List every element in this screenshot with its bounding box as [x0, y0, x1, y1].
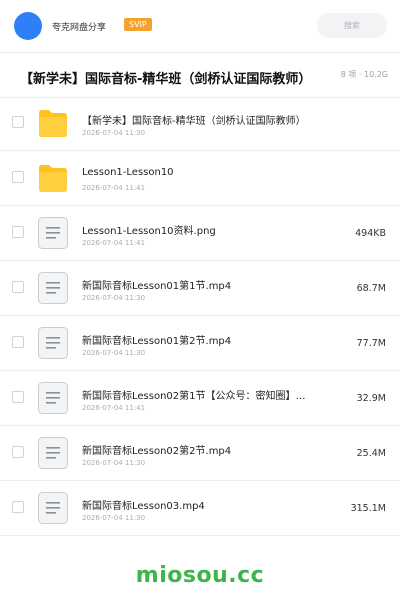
file-row[interactable]: 新国际音标Lesson01第2节.mp4 2026-07-04 11:30 77…	[0, 316, 400, 371]
file-row[interactable]: Lesson1-Lesson10 2026-07-04 11:41	[0, 151, 400, 206]
file-name: 【新学未】国际音标-精华班（剑桥认证国际教师）	[82, 116, 306, 127]
document-icon	[38, 492, 68, 524]
checkbox[interactable]	[12, 391, 24, 403]
page-title: 【新学未】国际音标-精华班（剑桥认证国际教师）	[20, 72, 312, 87]
file-date: 2026-07-04 11:41	[82, 404, 146, 412]
file-date: 2026-07-04 11:41	[82, 239, 146, 247]
folder-icon	[38, 162, 68, 194]
folder-icon	[38, 107, 68, 139]
file-row[interactable]: 新国际音标Lesson02第2节.mp4 2026-07-04 11:30 25…	[0, 426, 400, 481]
folder-title-bar: 【新学未】国际音标-精华班（剑桥认证国际教师） 8 项 · 10.2G	[0, 52, 400, 98]
file-name: 新国际音标Lesson01第1节.mp4	[82, 281, 232, 292]
svip-badge: SVIP	[124, 18, 152, 31]
file-list: 【新学未】国际音标-精华班（剑桥认证国际教师） 2026-07-04 11:30…	[0, 96, 400, 536]
file-size: 68.7M	[356, 283, 386, 294]
username: 夸克网盘分享	[52, 23, 107, 33]
file-row[interactable]: Lesson1-Lesson10资料.png 2026-07-04 11:41 …	[0, 206, 400, 261]
document-icon	[38, 382, 68, 414]
watermark: miosou.cc	[135, 563, 265, 588]
top-bar: 夸克网盘分享 SVIP 搜索	[0, 0, 400, 52]
folder-meta: 8 项 · 10.2G	[340, 70, 388, 79]
file-row[interactable]: 【新学未】国际音标-精华班（剑桥认证国际教师） 2026-07-04 11:30	[0, 96, 400, 151]
file-date: 2026-07-04 11:30	[82, 459, 146, 467]
checkbox[interactable]	[12, 171, 24, 183]
document-icon	[38, 437, 68, 469]
file-size: 25.4M	[356, 448, 386, 459]
file-date: 2026-07-04 11:30	[82, 514, 146, 522]
search-input[interactable]: 搜索	[317, 13, 387, 38]
file-row[interactable]: 新国际音标Lesson03.mp4 2026-07-04 11:30 315.1…	[0, 481, 400, 536]
file-name: Lesson1-Lesson10资料.png	[82, 226, 216, 237]
file-date: 2026-07-04 11:30	[82, 349, 146, 357]
document-icon	[38, 327, 68, 359]
checkbox[interactable]	[12, 336, 24, 348]
file-name: 新国际音标Lesson02第2节.mp4	[82, 446, 232, 457]
document-icon	[38, 272, 68, 304]
file-size: 315.1M	[350, 503, 386, 514]
file-date: 2026-07-04 11:30	[82, 129, 146, 137]
file-size: 494KB	[355, 228, 386, 239]
file-name: 新国际音标Lesson03.mp4	[82, 501, 205, 512]
checkbox[interactable]	[12, 501, 24, 513]
avatar[interactable]	[14, 12, 42, 40]
file-name: Lesson1-Lesson10	[82, 167, 174, 178]
checkbox[interactable]	[12, 281, 24, 293]
file-date: 2026-07-04 11:30	[82, 294, 146, 302]
file-date: 2026-07-04 11:41	[82, 184, 146, 192]
file-name: 新国际音标Lesson01第2节.mp4	[82, 336, 232, 347]
file-row[interactable]: 新国际音标Lesson01第1节.mp4 2026-07-04 11:30 68…	[0, 261, 400, 316]
file-size: 77.7M	[356, 338, 386, 349]
document-icon	[38, 217, 68, 249]
file-row[interactable]: 新国际音标Lesson02第1节【公众号：密知圈】… 2026-07-04 11…	[0, 371, 400, 426]
checkbox[interactable]	[12, 116, 24, 128]
file-name: 新国际音标Lesson02第1节【公众号：密知圈】…	[82, 391, 306, 402]
checkbox[interactable]	[12, 226, 24, 238]
checkbox[interactable]	[12, 446, 24, 458]
file-size: 32.9M	[356, 393, 386, 404]
